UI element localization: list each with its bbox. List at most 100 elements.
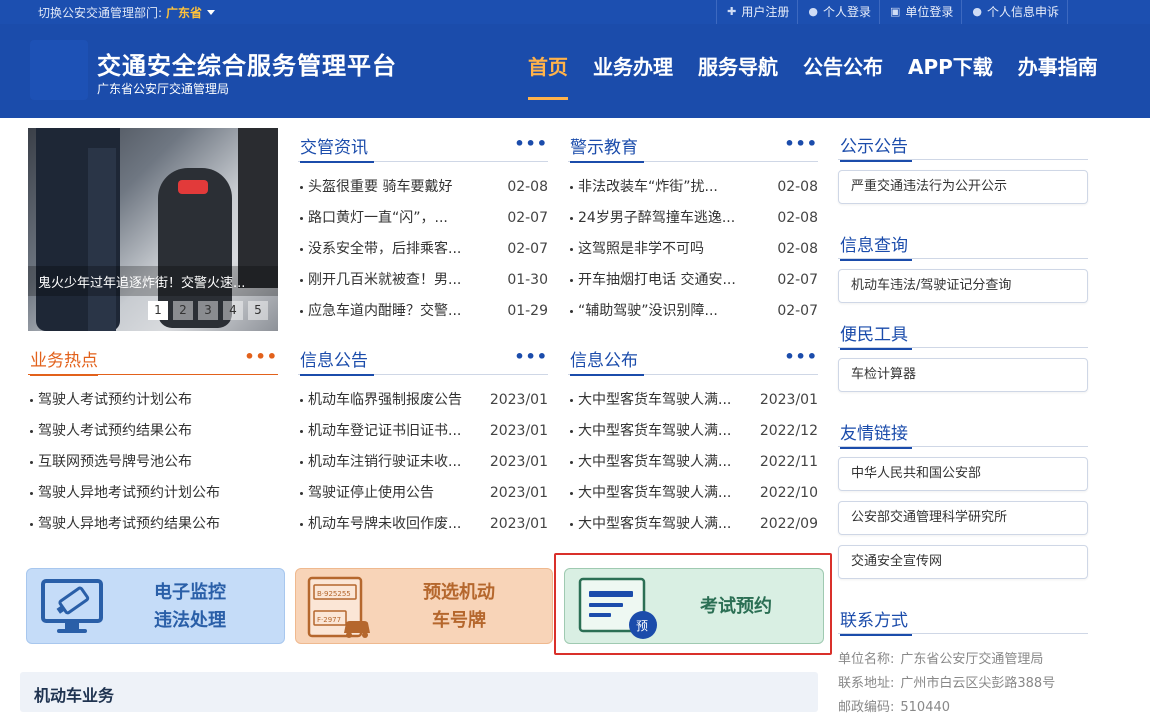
publish-title[interactable]: 信息公布 [570,346,644,376]
news-title[interactable]: 交管资讯 [300,133,374,163]
list-item[interactable]: 机动车号牌未收回作废... 2023/01 [298,509,548,540]
plus-icon: ✚ [727,5,737,18]
nav-home[interactable]: 首页 [528,51,568,101]
top-links: ✚ 用户注册 ● 个人登录 ▣ 单位登录 ● 个人信息申诉 [716,0,1068,24]
svg-text:B·925255: B·925255 [317,590,351,598]
site-logo[interactable] [30,40,88,100]
main-nav: 首页 业务办理 服务导航 公告公布 APP下载 办事指南 [528,51,1123,101]
friendly-links-title[interactable]: 友情链接 [840,419,912,449]
contact-zip-label: 邮政编码: [838,700,895,715]
public-notice-section: 公示公告 严重交通违法行为公开公示 [838,128,1088,204]
plate-preselection-tile[interactable]: B·925255 F·2977 预选机动 车号牌 [295,568,553,644]
notice-more-icon[interactable]: ••• [514,347,548,366]
tools-section: 便民工具 车检计算器 [838,316,1088,392]
inspection-calculator-link[interactable]: 车检计算器 [838,358,1088,392]
carousel-page-3[interactable]: 3 [198,301,218,320]
friendly-link-mps[interactable]: 中华人民共和国公安部 [838,457,1088,491]
list-item[interactable]: 驾驶人考试预约计划公布 [28,385,278,416]
list-item[interactable]: 大中型客货车驾驶人满... 2022/09 [568,509,818,540]
nav-business[interactable]: 业务办理 [593,51,673,101]
carousel-photo-detail [88,148,116,331]
nav-service[interactable]: 服务导航 [698,51,778,101]
motor-vehicle-section-header: 机动车业务 [20,672,818,712]
contact-zip: 510440 [900,700,951,715]
carousel-page-1[interactable]: 1 [148,301,168,320]
list-item[interactable]: 头盔很重要 骑车要戴好 02-08 [298,172,548,203]
contact-section: 联系方式 [838,602,1088,636]
list-item[interactable]: 应急车道内酣睡？交警... 01-29 [298,296,548,327]
friendly-link-research[interactable]: 公安部交通管理科学研究所 [838,501,1088,535]
friendly-links-section: 友情链接 中华人民共和国公安部 公安部交通管理科学研究所 交通安全宣传网 [838,415,1088,579]
list-item[interactable]: 没系安全带，后排乘客... 02-07 [298,234,548,265]
list-item[interactable]: 24岁男子醉驾撞车逃逸... 02-08 [568,203,818,234]
list-item[interactable]: 大中型客货车驾驶人满... 2023/01 [568,385,818,416]
violation-query-link[interactable]: 机动车违法/驾驶证记分查询 [838,269,1088,303]
contact-info: 单位名称: 广东省公安厅交通管理局 联系地址: 广州市白云区尖彭路388号 邮政编码… [838,648,1055,717]
list-item[interactable]: 驾驶人异地考试预约计划公布 [28,478,278,509]
unit-login-link[interactable]: ▣ 单位登录 [878,0,961,24]
nav-announcement[interactable]: 公告公布 [803,51,883,101]
appeal-link[interactable]: ● 个人信息申诉 [961,0,1068,24]
list-item[interactable]: 机动车登记证书旧证书... 2023/01 [298,416,548,447]
user-appeal-icon: ● [972,5,982,18]
friendly-link-safety[interactable]: 交通安全宣传网 [838,545,1088,579]
department-switcher[interactable]: 切换公安交通管理部门: 广东省 [38,4,216,21]
hot-topics-title[interactable]: 业务热点 [30,346,98,376]
list-item[interactable]: 驾驶证停止使用公告 2023/01 [298,478,548,509]
license-plate-car-icon: B·925255 F·2977 [307,576,370,638]
carousel-page-4[interactable]: 4 [223,301,243,320]
list-item[interactable]: 路口黄灯一直“闪”，... 02-07 [298,203,548,234]
list-item[interactable]: 互联网预选号牌号池公布 [28,447,278,478]
list-item[interactable]: “辅助驾驶”没识别障... 02-07 [568,296,818,327]
public-notice-title[interactable]: 公示公告 [840,132,912,162]
electronic-monitoring-tile[interactable]: 电子监控 违法处理 [26,568,285,644]
department-label: 切换公安交通管理部门: [38,6,163,20]
hot-topics-section: 业务热点 ••• 驾驶人考试预约计划公布 驾驶人考试预约结果公布 互联网预选号牌号… [28,341,278,540]
contact-address: 广州市白云区尖彭路388号 [900,676,1056,691]
list-item[interactable]: 刚开几百米就被查！男... 01-30 [298,265,548,296]
carousel-page-5[interactable]: 5 [248,301,268,320]
list-item[interactable]: 这驾照是非学不可吗 02-08 [568,234,818,265]
user-icon: ● [808,5,818,18]
publish-more-icon[interactable]: ••• [784,347,818,366]
contact-title: 联系方式 [840,606,912,636]
building-icon: ▣ [889,5,901,18]
top-bar: 切换公安交通管理部门: 广东省 ✚ 用户注册 ● 个人登录 ▣ 单位登录 ● 个人信息申诉 [0,0,1150,24]
nav-guide[interactable]: 办事指南 [1018,51,1098,101]
nav-app-download[interactable]: APP下载 [908,51,993,101]
carousel-caption[interactable]: 鬼火少年过年追逐炸街！交警火速... [28,266,278,296]
list-item[interactable]: 大中型客货车驾驶人满... 2022/10 [568,478,818,509]
personal-login-link[interactable]: ● 个人登录 [797,0,879,24]
news-more-icon[interactable]: ••• [514,134,548,153]
hot-topics-more-icon[interactable]: ••• [244,347,278,366]
list-item[interactable]: 驾驶人考试预约结果公布 [28,416,278,447]
list-item[interactable]: 开车抽烟打电话 交通安... 02-07 [568,265,818,296]
list-item[interactable]: 非法改装车“炸街”扰... 02-08 [568,172,818,203]
notice-title[interactable]: 信息公告 [300,346,374,376]
site-title[interactable]: 交通安全综合服务管理平台 [97,46,397,81]
carousel-page-2[interactable]: 2 [173,301,193,320]
list-item[interactable]: 机动车临界强制报废公告 2023/01 [298,385,548,416]
caret-down-icon[interactable] [207,10,216,15]
list-item[interactable]: 驾驶人异地考试预约结果公布 [28,509,278,540]
highlight-box [554,553,832,655]
info-query-title[interactable]: 信息查询 [840,231,912,261]
news-carousel[interactable]: 鬼火少年过年追逐炸街！交警火速... 1 2 3 4 5 [28,128,278,331]
info-query-section: 信息查询 机动车违法/驾驶证记分查询 [838,227,1088,303]
tools-title[interactable]: 便民工具 [840,320,912,350]
warning-title[interactable]: 警示教育 [570,133,644,163]
electronic-monitoring-label: 电子监控 违法处理 [154,582,226,631]
public-notice-link[interactable]: 严重交通违法行为公开公示 [838,170,1088,204]
list-item[interactable]: 大中型客货车驾驶人满... 2022/11 [568,447,818,478]
monitor-camera-icon [41,579,103,633]
department-value[interactable]: 广东省 [166,6,202,20]
list-item[interactable]: 机动车注销行驶证未收... 2023/01 [298,447,548,478]
motor-vehicle-title[interactable]: 机动车业务 [34,682,114,706]
site-header: 交通安全综合服务管理平台 广东省公安厅交通管理局 首页 业务办理 服务导航 公告… [0,24,1150,118]
register-link[interactable]: ✚ 用户注册 [716,0,797,24]
warning-more-icon[interactable]: ••• [784,134,818,153]
list-item[interactable]: 大中型客货车驾驶人满... 2022/12 [568,416,818,447]
publish-section: 信息公布 ••• 大中型客货车驾驶人满... 2023/01 大中型客货车驾驶人满.… [568,341,818,540]
contact-unit: 广东省公安厅交通管理局 [900,652,1044,667]
unit-login-label: 单位登录 [905,5,954,19]
